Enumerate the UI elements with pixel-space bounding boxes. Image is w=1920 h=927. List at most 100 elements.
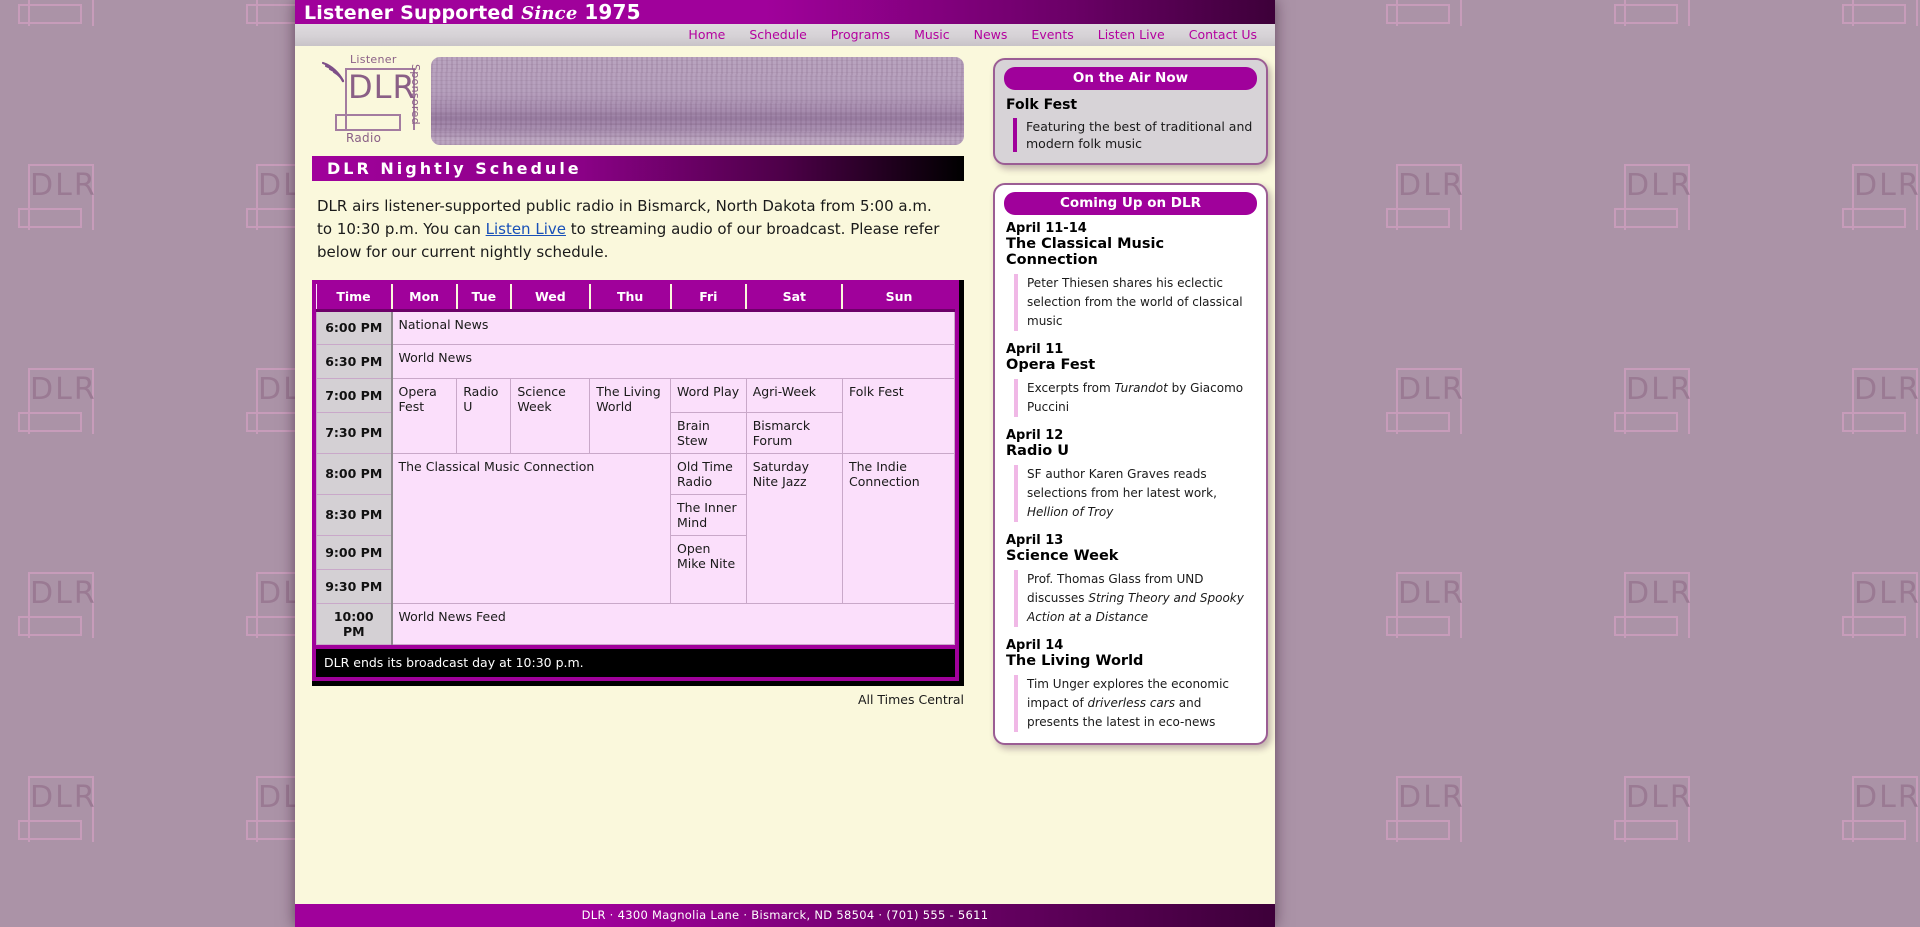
schedule-header-row: Time Mon Tue Wed Thu Fri Sat Sun <box>317 284 955 310</box>
time-cell: 7:00 PM <box>317 378 392 412</box>
coming-up-description: Tim Unger explores the economic impact o… <box>1014 675 1257 732</box>
program-cell: Radio U <box>457 378 511 453</box>
coming-up-description: Excerpts from Turandot by Giacomo Puccin… <box>1014 379 1257 417</box>
logo-sponsored-label: Sponsored <box>409 64 422 125</box>
site-footer: DLR · 4300 Magnolia Lane · Bismarck, ND … <box>295 904 1275 927</box>
list-item[interactable]: April 13 Science Week Prof. Thomas Glass… <box>1004 534 1257 627</box>
program-cell: National News <box>392 310 955 344</box>
list-item[interactable]: April 14 The Living World Tim Unger expl… <box>1004 639 1257 732</box>
time-cell: 8:30 PM <box>317 494 392 535</box>
list-item[interactable]: April 11-14 The Classical Music Connecti… <box>1004 222 1257 331</box>
coming-up-show-name: Science Week <box>1006 548 1257 564</box>
program-cell: Bismarck Forum <box>746 412 842 453</box>
table-row: 6:00 PM National News <box>317 310 955 344</box>
table-row: 6:30 PM World News <box>317 344 955 378</box>
watermark-tile: DLR <box>1842 164 1920 234</box>
tagline-since: Since <box>521 3 577 24</box>
program-cell: Brain Stew <box>671 412 747 453</box>
program-cell: The Living World <box>590 378 671 453</box>
coming-up-heading: Coming Up on DLR <box>1004 192 1257 215</box>
program-cell: The Indie Connection <box>842 453 954 603</box>
col-time: Time <box>317 284 392 310</box>
logo-listener-label: Listener <box>350 53 397 66</box>
watermark-tile: DLR <box>1842 572 1920 642</box>
program-cell: Old Time Radio <box>671 453 747 494</box>
col-sat: Sat <box>746 284 842 310</box>
watermark-tile: DLR <box>1386 0 1464 30</box>
col-thu: Thu <box>590 284 671 310</box>
logo-radio-label: Radio <box>346 131 381 145</box>
col-tue: Tue <box>457 284 511 310</box>
listen-live-link[interactable]: Listen Live <box>486 220 566 238</box>
table-row: 10:00 PM World News Feed <box>317 603 955 644</box>
program-cell: Saturday Nite Jazz <box>746 453 842 603</box>
program-cell: Opera Fest <box>392 378 457 453</box>
desc-pre: Peter Thiesen shares his eclectic select… <box>1027 276 1243 328</box>
coming-up-date: April 13 <box>1006 534 1257 548</box>
coming-up-date: April 14 <box>1006 639 1257 653</box>
dlr-logo[interactable]: Listener DLR Sponsored Radio <box>317 52 425 147</box>
desc-pre: Excerpts from <box>1027 381 1115 395</box>
col-wed: Wed <box>511 284 590 310</box>
program-cell: World News Feed <box>392 603 955 644</box>
watermark-tile: DLR <box>1614 776 1692 846</box>
table-row: 8:00 PM The Classical Music Connection O… <box>317 453 955 494</box>
program-cell: Folk Fest <box>842 378 954 453</box>
time-cell: 7:30 PM <box>317 412 392 453</box>
nav-item-schedule[interactable]: Schedule <box>749 24 806 46</box>
list-item[interactable]: April 12 Radio U SF author Karen Graves … <box>1004 429 1257 522</box>
coming-up-description: Peter Thiesen shares his eclectic select… <box>1014 274 1257 331</box>
logo-mark-text: DLR <box>348 71 416 103</box>
coming-up-show-name: The Classical Music Connection <box>1006 236 1257 268</box>
on-air-now-heading: On the Air Now <box>1004 67 1257 90</box>
intro-paragraph: DLR airs listener-supported public radio… <box>317 195 947 264</box>
coming-up-date: April 11-14 <box>1006 222 1257 236</box>
main-navigation[interactable]: Home Schedule Programs Music News Events Liste… <box>295 24 1275 46</box>
nav-item-home[interactable]: Home <box>688 24 725 46</box>
program-cell: The Inner Mind <box>671 494 747 535</box>
on-air-show-description: Featuring the best of traditional and mo… <box>1013 118 1257 152</box>
program-cell: Agri-Week <box>746 378 842 412</box>
all-times-note: All Times Central <box>312 692 964 707</box>
tagline-year: 1975 <box>584 0 640 24</box>
watermark-tile: DLR <box>1614 572 1692 642</box>
watermark-tile: DLR <box>18 368 96 438</box>
radio-wave-icon <box>319 60 345 84</box>
watermark-tile: DLR <box>18 164 96 234</box>
watermark-tile: DLR <box>1386 776 1464 846</box>
page-container: Listener Supported Since 1975 Home Schedu… <box>295 0 1275 927</box>
watermark-tile: DLR <box>1842 0 1920 30</box>
nav-item-music[interactable]: Music <box>914 24 950 46</box>
watermark-tile: DLR <box>1614 0 1692 30</box>
time-cell: 8:00 PM <box>317 453 392 494</box>
on-air-now-panel: On the Air Now Folk Fest Featuring the b… <box>993 58 1268 165</box>
coming-up-show-name: The Living World <box>1006 653 1257 669</box>
logo-bar-outline <box>335 114 401 131</box>
program-cell: World News <box>392 344 955 378</box>
nav-item-news[interactable]: News <box>974 24 1008 46</box>
coming-up-show-name: Radio U <box>1006 443 1257 459</box>
on-air-show-title: Folk Fest <box>1006 97 1257 113</box>
page-title: DLR Nightly Schedule <box>312 156 964 181</box>
watermark-tile: DLR <box>18 0 96 30</box>
nav-item-contact-us[interactable]: Contact Us <box>1189 24 1257 46</box>
nav-item-events[interactable]: Events <box>1031 24 1073 46</box>
coming-up-date: April 11 <box>1006 343 1257 357</box>
program-cell: Word Play <box>671 378 747 412</box>
desc-emphasis: driverless cars <box>1088 696 1175 710</box>
desc-emphasis: Hellion of Troy <box>1027 505 1113 519</box>
time-cell: 9:00 PM <box>317 535 392 569</box>
watermark-tile: DLR <box>1842 368 1920 438</box>
watermark-tile: DLR <box>1614 164 1692 234</box>
nav-item-listen-live[interactable]: Listen Live <box>1098 24 1165 46</box>
program-cell: Science Week <box>511 378 590 453</box>
col-sun: Sun <box>842 284 954 310</box>
col-mon: Mon <box>392 284 457 310</box>
watermark-tile: DLR <box>1842 776 1920 846</box>
time-cell: 6:00 PM <box>317 310 392 344</box>
list-item[interactable]: April 11 Opera Fest Excerpts from Turand… <box>1004 343 1257 417</box>
content-area: Listener DLR Sponsored Radio DLR Nightly <box>295 46 1275 926</box>
top-banner: Listener Supported Since 1975 <box>295 0 1275 24</box>
watermark-tile: DLR <box>18 572 96 642</box>
nav-item-programs[interactable]: Programs <box>831 24 890 46</box>
